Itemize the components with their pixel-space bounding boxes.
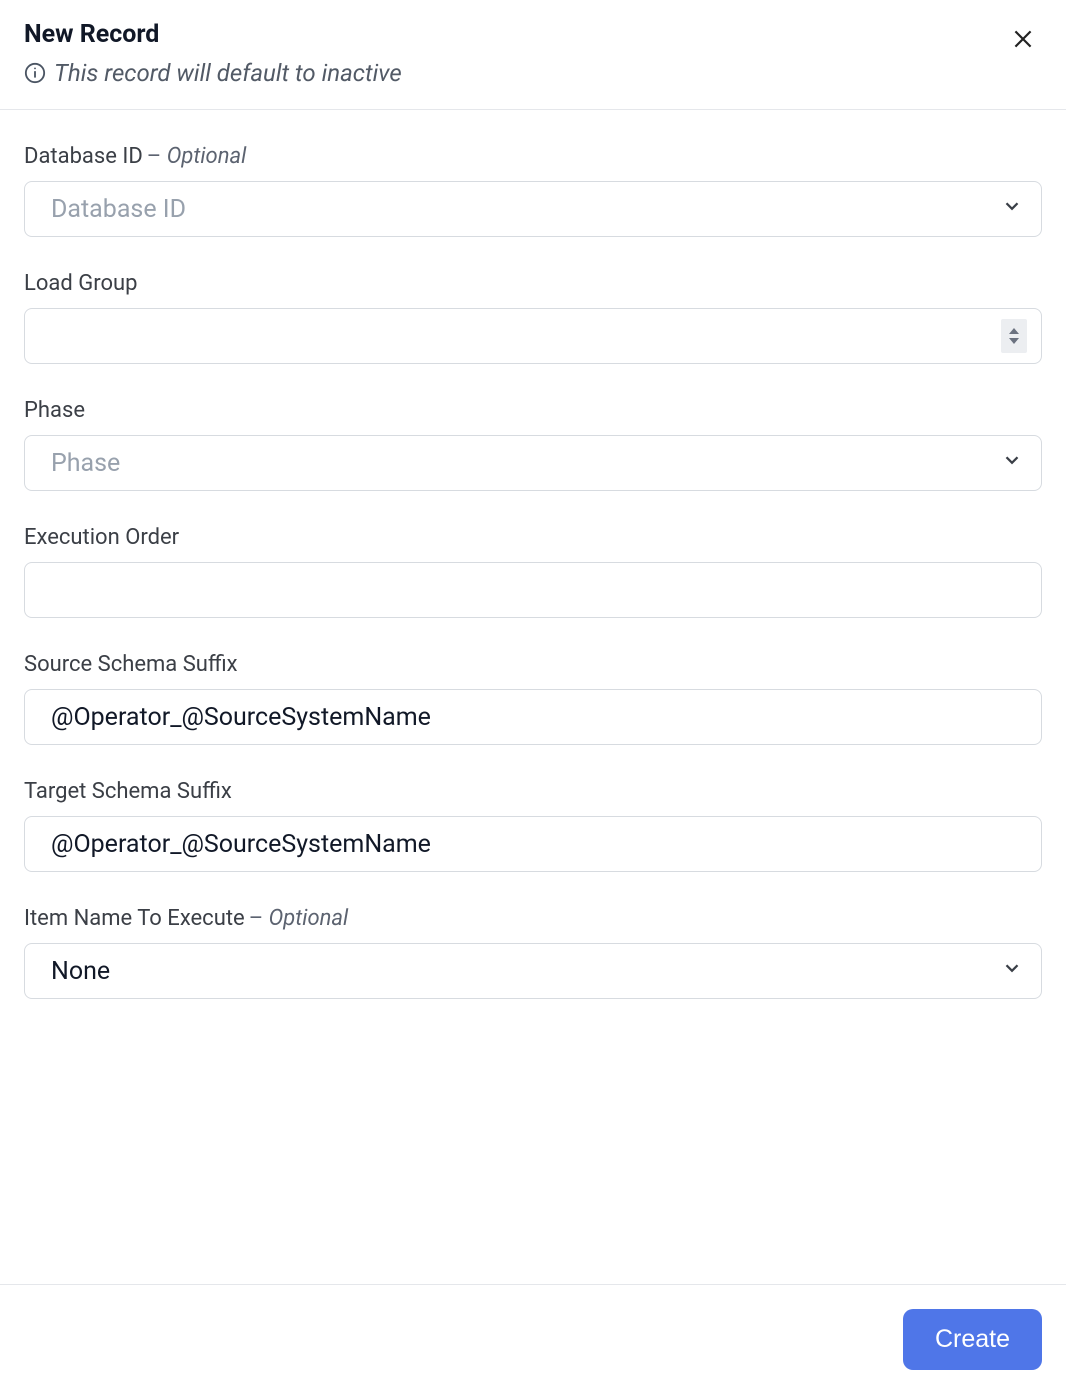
source-schema-suffix-text[interactable] [51, 703, 1023, 732]
execution-order-input[interactable] [24, 562, 1042, 618]
field-label: Item Name To Execute – Optional [24, 906, 1042, 931]
subtitle-text: This record will default to inactive [54, 59, 402, 87]
dialog-header: New Record This record will default to i… [0, 0, 1066, 110]
form-body: Database ID – Optional Database ID Load … [0, 110, 1066, 1057]
optional-tag: – Optional [147, 144, 247, 169]
label-text: Source Schema Suffix [24, 652, 238, 677]
close-button[interactable] [1004, 20, 1042, 58]
item-name-to-execute-select[interactable]: None [24, 943, 1042, 999]
label-text: Target Schema Suffix [24, 779, 232, 804]
dialog-title: New Record [24, 20, 1004, 49]
target-schema-suffix-text[interactable] [51, 830, 1023, 859]
field-label: Load Group [24, 271, 1042, 296]
field-label: Phase [24, 398, 1042, 423]
target-schema-suffix-input[interactable] [24, 816, 1042, 872]
load-group-input[interactable] [24, 308, 1042, 364]
select-placeholder: Phase [51, 449, 120, 478]
field-target-schema-suffix: Target Schema Suffix [24, 779, 1042, 872]
field-database-id: Database ID – Optional Database ID [24, 144, 1042, 237]
field-phase: Phase Phase [24, 398, 1042, 491]
label-text: Database ID [24, 144, 143, 169]
create-button[interactable]: Create [903, 1309, 1042, 1370]
field-load-group: Load Group [24, 271, 1042, 364]
dialog-subtitle: This record will default to inactive [24, 59, 1004, 87]
select-value: None [51, 957, 110, 986]
field-execution-order: Execution Order [24, 525, 1042, 618]
label-text: Item Name To Execute [24, 906, 245, 931]
optional-tag: – Optional [249, 906, 349, 931]
field-label: Database ID – Optional [24, 144, 1042, 169]
number-spinner[interactable] [1001, 319, 1027, 353]
dialog-footer: Create [0, 1284, 1066, 1394]
select-placeholder: Database ID [51, 195, 186, 224]
chevron-down-icon [1001, 449, 1023, 478]
spinner-down-icon [1009, 338, 1019, 344]
spinner-up-icon [1009, 328, 1019, 334]
field-source-schema-suffix: Source Schema Suffix [24, 652, 1042, 745]
chevron-down-icon [1001, 957, 1023, 986]
close-icon [1010, 26, 1036, 52]
execution-order-text[interactable] [51, 576, 1023, 605]
label-text: Load Group [24, 271, 137, 296]
info-icon [24, 62, 46, 84]
field-label: Target Schema Suffix [24, 779, 1042, 804]
field-item-name-to-execute: Item Name To Execute – Optional None [24, 906, 1042, 999]
label-text: Phase [24, 398, 85, 423]
phase-select[interactable]: Phase [24, 435, 1042, 491]
database-id-select[interactable]: Database ID [24, 181, 1042, 237]
source-schema-suffix-input[interactable] [24, 689, 1042, 745]
label-text: Execution Order [24, 525, 179, 550]
field-label: Source Schema Suffix [24, 652, 1042, 677]
chevron-down-icon [1001, 195, 1023, 224]
field-label: Execution Order [24, 525, 1042, 550]
load-group-text[interactable] [51, 322, 1023, 351]
